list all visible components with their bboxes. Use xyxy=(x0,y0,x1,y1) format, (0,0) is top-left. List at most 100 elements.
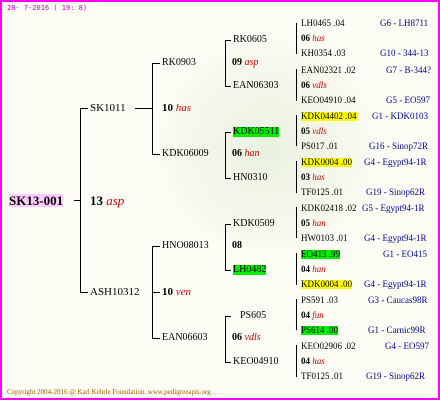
gen4-number: 04 xyxy=(301,356,310,366)
gen4-name-highlighted: KDK05511 xyxy=(233,126,280,137)
gen3-name: HNO08013 xyxy=(162,240,209,251)
gen4-name: KDK0509 xyxy=(233,218,275,229)
connector-gen4 xyxy=(296,207,297,238)
gen5-info: G5 - EO597 xyxy=(386,95,430,105)
gen5-info: G5 - Egypt94-1R xyxy=(362,203,425,213)
gen5-info: G7 - B-344? xyxy=(386,65,431,75)
connector-gen4 xyxy=(296,69,297,101)
gen3-year-line: 06 han xyxy=(232,149,260,159)
connector-gen3-bottom xyxy=(225,178,231,179)
gen4-number: 04 xyxy=(301,264,310,274)
gen4-name: PS605 xyxy=(240,310,267,321)
gen3-number: 06 xyxy=(232,148,242,159)
gen5-info: G19 - Sinop62R xyxy=(366,371,426,381)
gen3-name: KDK06009 xyxy=(162,148,209,159)
gen5-name-highlighted: EO413 .99 xyxy=(301,249,340,259)
gen3-name: RK0903 xyxy=(162,57,196,68)
gen4-name: EAN06303 xyxy=(233,80,279,91)
gen5-name: KDK02418 .02 xyxy=(301,203,357,213)
gen5-info: G4 - Egypt94-1R xyxy=(364,233,427,243)
connector-root-stub xyxy=(74,200,81,201)
root-year-line: 13 asp xyxy=(90,194,124,207)
dam-year-code: ven xyxy=(175,286,192,298)
gen5-name: KEO04910 .04 xyxy=(301,95,356,105)
gen5-name: PS017 .01 xyxy=(301,141,339,151)
footer-copyright: Copyright 2004-2016 @ Karl Kehrle Founda… xyxy=(7,388,211,396)
connector-gen3-bottom xyxy=(225,270,231,271)
gen5-name-highlighted: KDK0004 .00 xyxy=(301,279,352,289)
gen4-year-line: 03 has xyxy=(301,173,325,182)
sire-year-line: 10 has xyxy=(162,103,191,114)
gen4-number: 06 xyxy=(301,80,310,90)
gen5-info: G6 - LH8711 xyxy=(380,18,429,28)
gen3-year-line: 06 vdls xyxy=(232,333,261,343)
pedigree-chart: 28- 7-2016 ( 19: 8) Copyright 2004-2016 … xyxy=(0,0,440,400)
gen4-name-highlighted: LH0482 xyxy=(233,264,267,275)
gen4-year-line: 06 vdls xyxy=(301,81,327,90)
gen3-number: 08 xyxy=(232,240,242,251)
root-number: 13 xyxy=(90,193,103,208)
gen4-number: 04 xyxy=(301,310,310,320)
gen3-year-code: asp xyxy=(244,57,259,68)
gen4-year-code: han xyxy=(312,264,326,274)
connector-dam-bottom xyxy=(152,338,160,339)
gen5-name: TF0125 .01 xyxy=(301,371,344,381)
print-date: 28- 7-2016 ( 19: 8) xyxy=(7,4,88,12)
gen4-name: RK0605 xyxy=(233,34,267,45)
connector-sire-bottom xyxy=(152,154,160,155)
connector-gen3 xyxy=(225,40,226,87)
connector-gen4 xyxy=(296,23,297,54)
connector-dam-top xyxy=(152,246,160,247)
gen5-name: EAN02321 .02 xyxy=(301,65,356,75)
sire-number: 10 xyxy=(162,102,173,114)
root-year-code: asp xyxy=(106,193,125,208)
gen5-name-highlighted: PS614 .00 xyxy=(301,325,339,335)
dam-name: ASH10312 xyxy=(90,286,140,298)
gen5-info: G4 - Egypt94-1R xyxy=(364,157,427,167)
gen5-info: G4 - Egypt94-1R xyxy=(364,279,427,289)
connector-gen3 xyxy=(225,316,226,363)
gen5-name: KH0354 .03 xyxy=(301,48,346,58)
gen5-info: G16 - Sinop72R xyxy=(369,141,429,151)
connector-sire-stub xyxy=(135,108,152,109)
gen4-year-line: 04 fun xyxy=(301,311,324,320)
gen4-number: 06 xyxy=(301,33,310,43)
connector-root-bottom xyxy=(80,292,88,293)
gen4-year-code: has xyxy=(312,33,325,43)
connector-gen3-top xyxy=(225,40,231,41)
connector-dam-stub xyxy=(152,292,160,293)
connector-gen3-bottom xyxy=(225,86,231,87)
root-name: SK13-001 xyxy=(9,193,64,208)
connector-gen4 xyxy=(296,299,297,330)
gen5-name: LH0465 .04 xyxy=(301,18,345,28)
gen5-info: G1 - KDK0103 xyxy=(372,111,428,121)
connector-gen3 xyxy=(225,132,226,179)
gen5-name-highlighted: KDK0004 .00 xyxy=(301,157,352,167)
gen4-year-line: 04 has xyxy=(301,357,325,366)
gen5-info: G1 - EO415 xyxy=(383,249,427,259)
gen3-number: 06 xyxy=(232,332,242,343)
connector-gen4 xyxy=(296,115,297,146)
gen4-year-code: has xyxy=(312,356,325,366)
gen4-year-code: has xyxy=(312,172,325,182)
connector-sire xyxy=(152,63,153,155)
gen5-info: G4 - EO597 xyxy=(385,341,429,351)
connector-gen3-top xyxy=(225,224,231,225)
gen5-name-highlighted: KDK04402 .04 xyxy=(301,111,357,121)
dam-year-line: 10 ven xyxy=(162,287,191,298)
connector-gen3 xyxy=(225,224,226,271)
gen4-year-line: 06 has xyxy=(301,34,325,43)
gen4-year-line: 05 han xyxy=(301,219,326,228)
gen3-number: 09 xyxy=(232,57,242,68)
gen5-name: KEO02906 .02 xyxy=(301,341,356,351)
gen4-year-code: vdls xyxy=(312,80,327,90)
gen5-info: G3 - Caucas98R xyxy=(368,295,428,305)
connector-gen4 xyxy=(296,253,297,285)
gen4-year-code: fun xyxy=(312,310,324,320)
gen5-info: G10 - 344-13 xyxy=(380,48,429,58)
dam-number: 10 xyxy=(162,286,173,298)
gen4-name: HN0310 xyxy=(233,172,268,183)
connector-gen4 xyxy=(296,345,297,377)
gen5-name: PS591 .03 xyxy=(301,295,339,305)
connector-root-top xyxy=(80,108,88,109)
